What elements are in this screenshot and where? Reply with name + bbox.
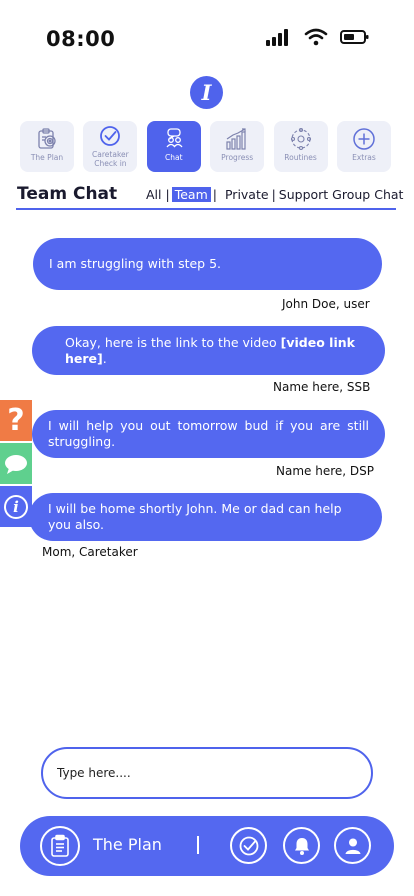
nav-tile-extras[interactable]: Extras: [336, 121, 391, 172]
nav-tile-chat[interactable]: Chat: [146, 121, 201, 172]
nav-tile-label: Routines: [284, 153, 317, 162]
bar-chart-icon: [224, 127, 250, 151]
info-glyph: i: [13, 497, 19, 516]
tab-private[interactable]: Private: [225, 187, 269, 202]
message-sender: Mom, Caretaker: [42, 545, 138, 559]
message-sender: Name here, SSB: [273, 380, 371, 394]
clipboard-icon[interactable]: [40, 826, 80, 866]
speech-bubble-icon: [5, 454, 27, 474]
tab-separator: |: [212, 187, 217, 202]
check-circle-icon: [97, 124, 123, 148]
message-text-suffix: .: [102, 350, 107, 366]
chat-filter-tabs: All | Team | Private | Support Group Cha…: [146, 187, 403, 202]
message-sender: Name here, DSP: [276, 464, 374, 478]
routine-cycle-icon: [288, 127, 314, 151]
status-time: 08:00: [46, 27, 116, 51]
message-input[interactable]: [57, 766, 371, 780]
wifi-icon: [304, 28, 328, 46]
feature-nav: The Plan Caretaker Check in Chat Progres…: [20, 121, 391, 172]
tab-separator: |: [271, 187, 276, 202]
user-icon[interactable]: [334, 827, 371, 864]
message-bubble: I am struggling with step 5.: [33, 238, 382, 290]
message-text: I will help you out tomorrow bud if you …: [48, 418, 369, 449]
info-icon: i: [4, 494, 28, 519]
signal-icon: [266, 29, 288, 46]
message-bubble: I will help you out tomorrow bud if you …: [32, 410, 385, 458]
page-title: Team Chat: [17, 184, 118, 204]
tab-all[interactable]: All: [146, 187, 162, 202]
nav-tile-the-plan[interactable]: The Plan: [20, 121, 74, 172]
info-tab[interactable]: i: [0, 486, 32, 527]
nav-tile-label: The Plan: [30, 153, 64, 162]
message-text-part: Okay, here is the link to the video: [65, 334, 281, 350]
message-bubble: Okay, here is the link to the video [vid…: [32, 326, 385, 375]
question-mark-icon: ?: [7, 403, 25, 438]
message-text: I am struggling with step 5.: [49, 256, 222, 271]
tab-team[interactable]: Team: [171, 187, 211, 202]
nav-tile-progress[interactable]: Progress: [210, 121, 265, 172]
bell-icon[interactable]: [283, 827, 320, 864]
tab-support-group-chat[interactable]: Support Group Chat: [279, 187, 404, 202]
message-input-container: [41, 747, 373, 799]
plus-circle-icon: [351, 127, 377, 151]
message-sender: John Doe, user: [282, 297, 370, 311]
status-bar: 08:00: [0, 0, 414, 80]
bottom-bar-label[interactable]: The Plan: [93, 835, 162, 854]
bottom-bar-divider: [197, 836, 199, 854]
message-text: I will be home shortly John. Me or dad c…: [48, 501, 342, 532]
message-text: Okay, here is the link to the video [vid…: [65, 335, 385, 367]
help-tab[interactable]: ?: [0, 400, 32, 441]
nav-tile-label: Extras: [352, 153, 376, 162]
chat-people-icon: [161, 127, 187, 151]
message-bubble: I will be home shortly John. Me or dad c…: [29, 493, 382, 541]
chat-header: Team Chat All | Team | Private | Support…: [16, 184, 403, 210]
feedback-tab[interactable]: [0, 443, 32, 484]
clipboard-target-icon: [34, 127, 60, 151]
app-logo: I: [190, 76, 223, 109]
check-circle-icon[interactable]: [230, 827, 267, 864]
nav-tile-label: Caretaker Check in: [92, 150, 129, 168]
status-icons: [266, 28, 370, 46]
nav-tile-label: Progress: [221, 153, 254, 162]
logo-letter: I: [201, 80, 212, 105]
bottom-bar: The Plan: [20, 816, 394, 876]
nav-tile-label: Chat: [165, 153, 183, 162]
tab-separator: |: [165, 187, 170, 202]
battery-icon: [340, 30, 369, 44]
nav-tile-routines[interactable]: Routines: [273, 121, 328, 172]
nav-tile-caretaker-check-in[interactable]: Caretaker Check in: [83, 121, 138, 172]
